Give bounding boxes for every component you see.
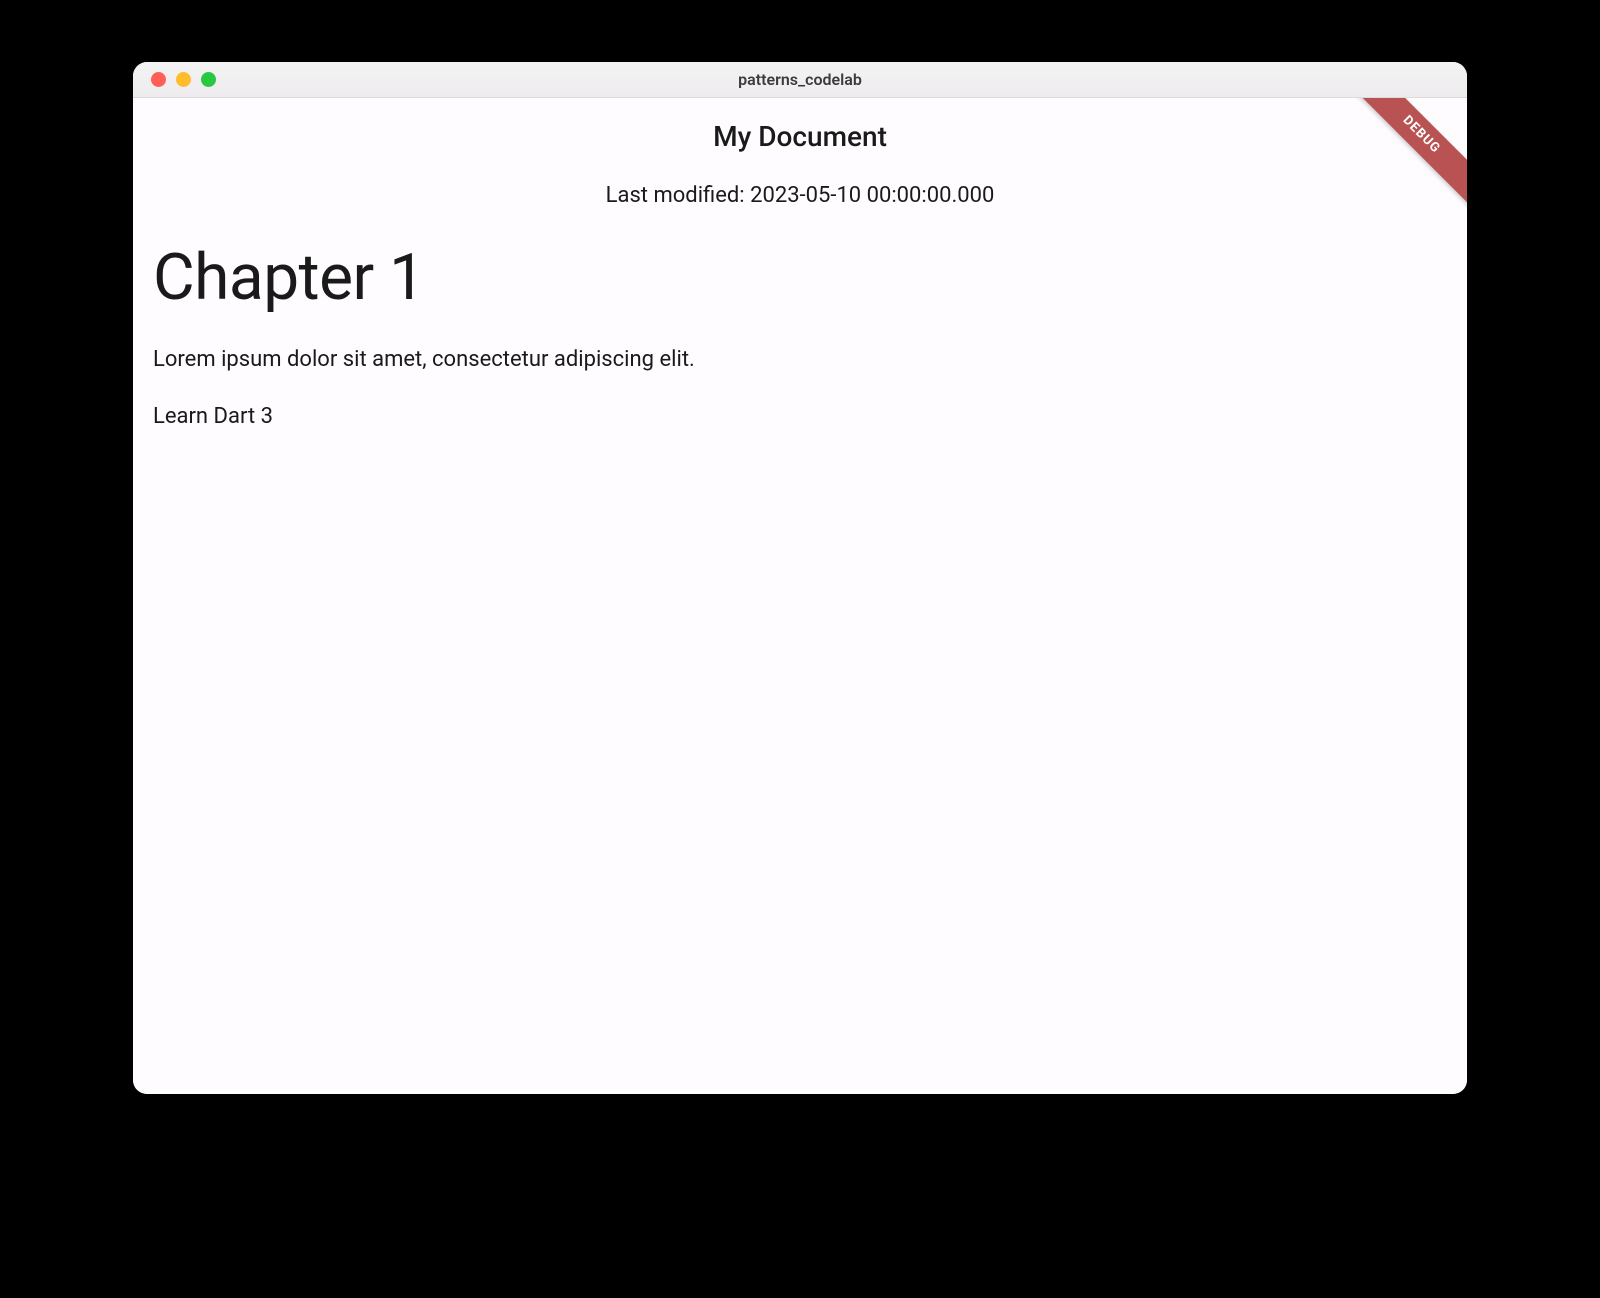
maximize-icon[interactable]: [201, 72, 216, 87]
app-content: DEBUG My Document Last modified: 2023-05…: [133, 98, 1467, 1094]
window-title: patterns_codelab: [133, 70, 1467, 89]
document-title: My Document: [133, 98, 1467, 153]
checkbox-block: Learn Dart 3: [153, 372, 1447, 429]
document-modified: Last modified: 2023-05-10 00:00:00.000: [133, 153, 1467, 208]
app-window: patterns_codelab DEBUG My Document Last …: [133, 62, 1467, 1094]
document-body: Chapter 1 Lorem ipsum dolor sit amet, co…: [133, 208, 1467, 429]
paragraph-block: Lorem ipsum dolor sit amet, consectetur …: [153, 315, 1447, 372]
traffic-lights: [133, 72, 216, 87]
titlebar: patterns_codelab: [133, 62, 1467, 98]
close-icon[interactable]: [151, 72, 166, 87]
heading-block: Chapter 1: [153, 208, 1447, 315]
minimize-icon[interactable]: [176, 72, 191, 87]
